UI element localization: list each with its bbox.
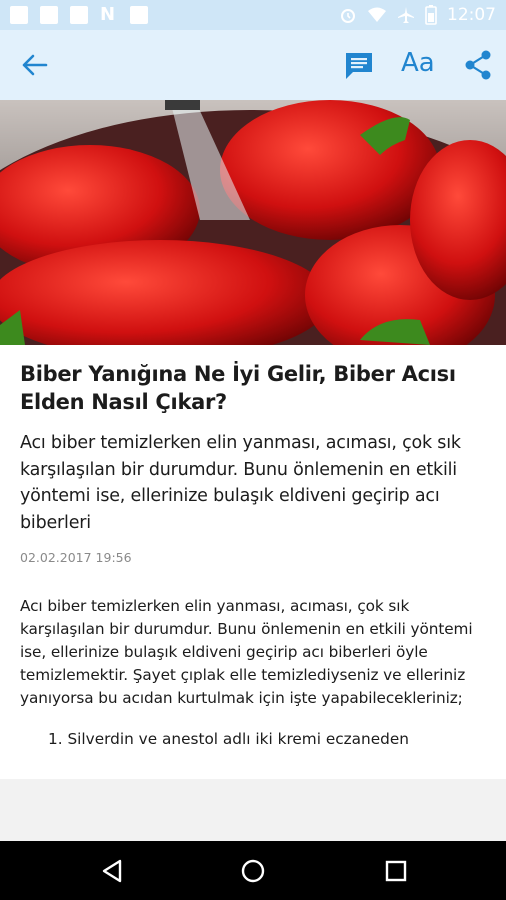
content-bottom-area xyxy=(0,779,506,841)
notification-icons: N xyxy=(10,6,148,24)
n-icon: N xyxy=(100,4,116,25)
share-icon[interactable] xyxy=(463,49,493,81)
article-summary: Acı biber temizlerken elin yanması, acım… xyxy=(20,433,461,533)
list-item: 1. Silverdin ve anestol adlı iki kremi e… xyxy=(48,730,409,748)
check-icon xyxy=(130,6,148,24)
system-icons: 12:07 xyxy=(339,5,496,25)
status-bar: N 12:07 xyxy=(0,0,506,30)
recents-square-icon[interactable] xyxy=(383,858,409,884)
airplane-icon xyxy=(398,7,414,23)
battery-icon xyxy=(425,5,437,25)
font-size-button[interactable]: Aa xyxy=(401,48,435,78)
article-hero-image xyxy=(0,100,506,345)
navigation-bar xyxy=(0,841,506,900)
app-bar: Aa xyxy=(0,30,506,100)
photo-icon xyxy=(10,6,28,24)
article-title: Biber Yanığına Ne İyi Gelir, Biber Acısı… xyxy=(20,362,456,414)
article-date: 02.02.2017 19:56 xyxy=(20,550,132,565)
article-body: Acı biber temizlerken elin yanması, acım… xyxy=(20,597,473,707)
back-triangle-icon[interactable] xyxy=(99,858,125,884)
wifi-icon xyxy=(368,7,386,22)
alarm-icon xyxy=(341,9,355,23)
article-content: Biber Yanığına Ne İyi Gelir, Biber Acısı… xyxy=(20,360,490,751)
home-circle-icon[interactable] xyxy=(240,858,266,884)
comment-icon[interactable] xyxy=(343,50,375,82)
status-time: 12:07 xyxy=(447,5,496,25)
arrow-left-icon[interactable] xyxy=(20,51,50,79)
blank-icon xyxy=(70,6,88,24)
image-icon xyxy=(40,6,58,24)
